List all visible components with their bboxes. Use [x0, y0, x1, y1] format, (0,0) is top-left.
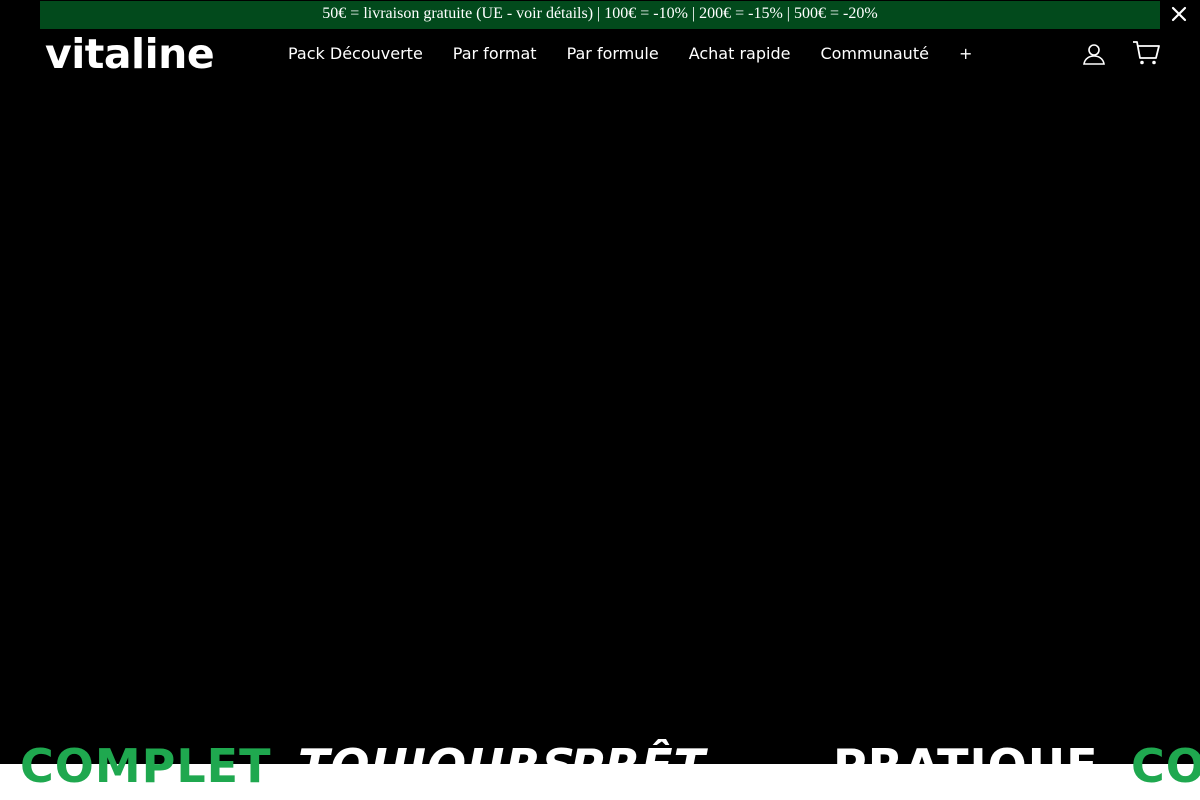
nav-item-achat-rapide[interactable]: Achat rapide — [689, 29, 791, 79]
marquee-word-pret: PRÊT. — [570, 739, 717, 793]
nav-item-par-formule[interactable]: Par formule — [567, 29, 659, 79]
nav-item-communaute[interactable]: Communauté — [820, 29, 928, 79]
user-icon[interactable] — [1082, 42, 1106, 66]
marquee-word-complet: COMPLET — [20, 739, 272, 793]
site-logo[interactable]: vitaline — [45, 30, 215, 80]
cart-icon[interactable] — [1132, 40, 1160, 66]
close-icon[interactable] — [1170, 5, 1188, 23]
nav-item-par-format[interactable]: Par format — [453, 29, 537, 79]
main-nav: Pack Découverte Par format Par formule A… — [288, 29, 972, 79]
marquee-word-toujours: TOUJOURS — [298, 739, 576, 793]
nav-item-more[interactable]: + — [959, 29, 972, 79]
marquee: COMPLET TOUJOURS PRÊT. PRATIQUE COMPLET — [0, 734, 1200, 798]
hero-banner: COMPLET TOUJOURS PRÊT. PRATIQUE COMPLET — [0, 84, 1200, 793]
announcement-text[interactable]: 50€ = livraison gratuite (UE - voir déta… — [0, 0, 1200, 29]
announcement-bar: 50€ = livraison gratuite (UE - voir déta… — [0, 0, 1200, 29]
marquee-word-complet-repeat: COMPLET — [1131, 739, 1200, 793]
site-header: vitaline Pack Découverte Par format Par … — [0, 29, 1200, 84]
marquee-word-pratique: PRATIQUE — [833, 739, 1099, 793]
nav-item-pack-decouverte[interactable]: Pack Découverte — [288, 29, 423, 79]
